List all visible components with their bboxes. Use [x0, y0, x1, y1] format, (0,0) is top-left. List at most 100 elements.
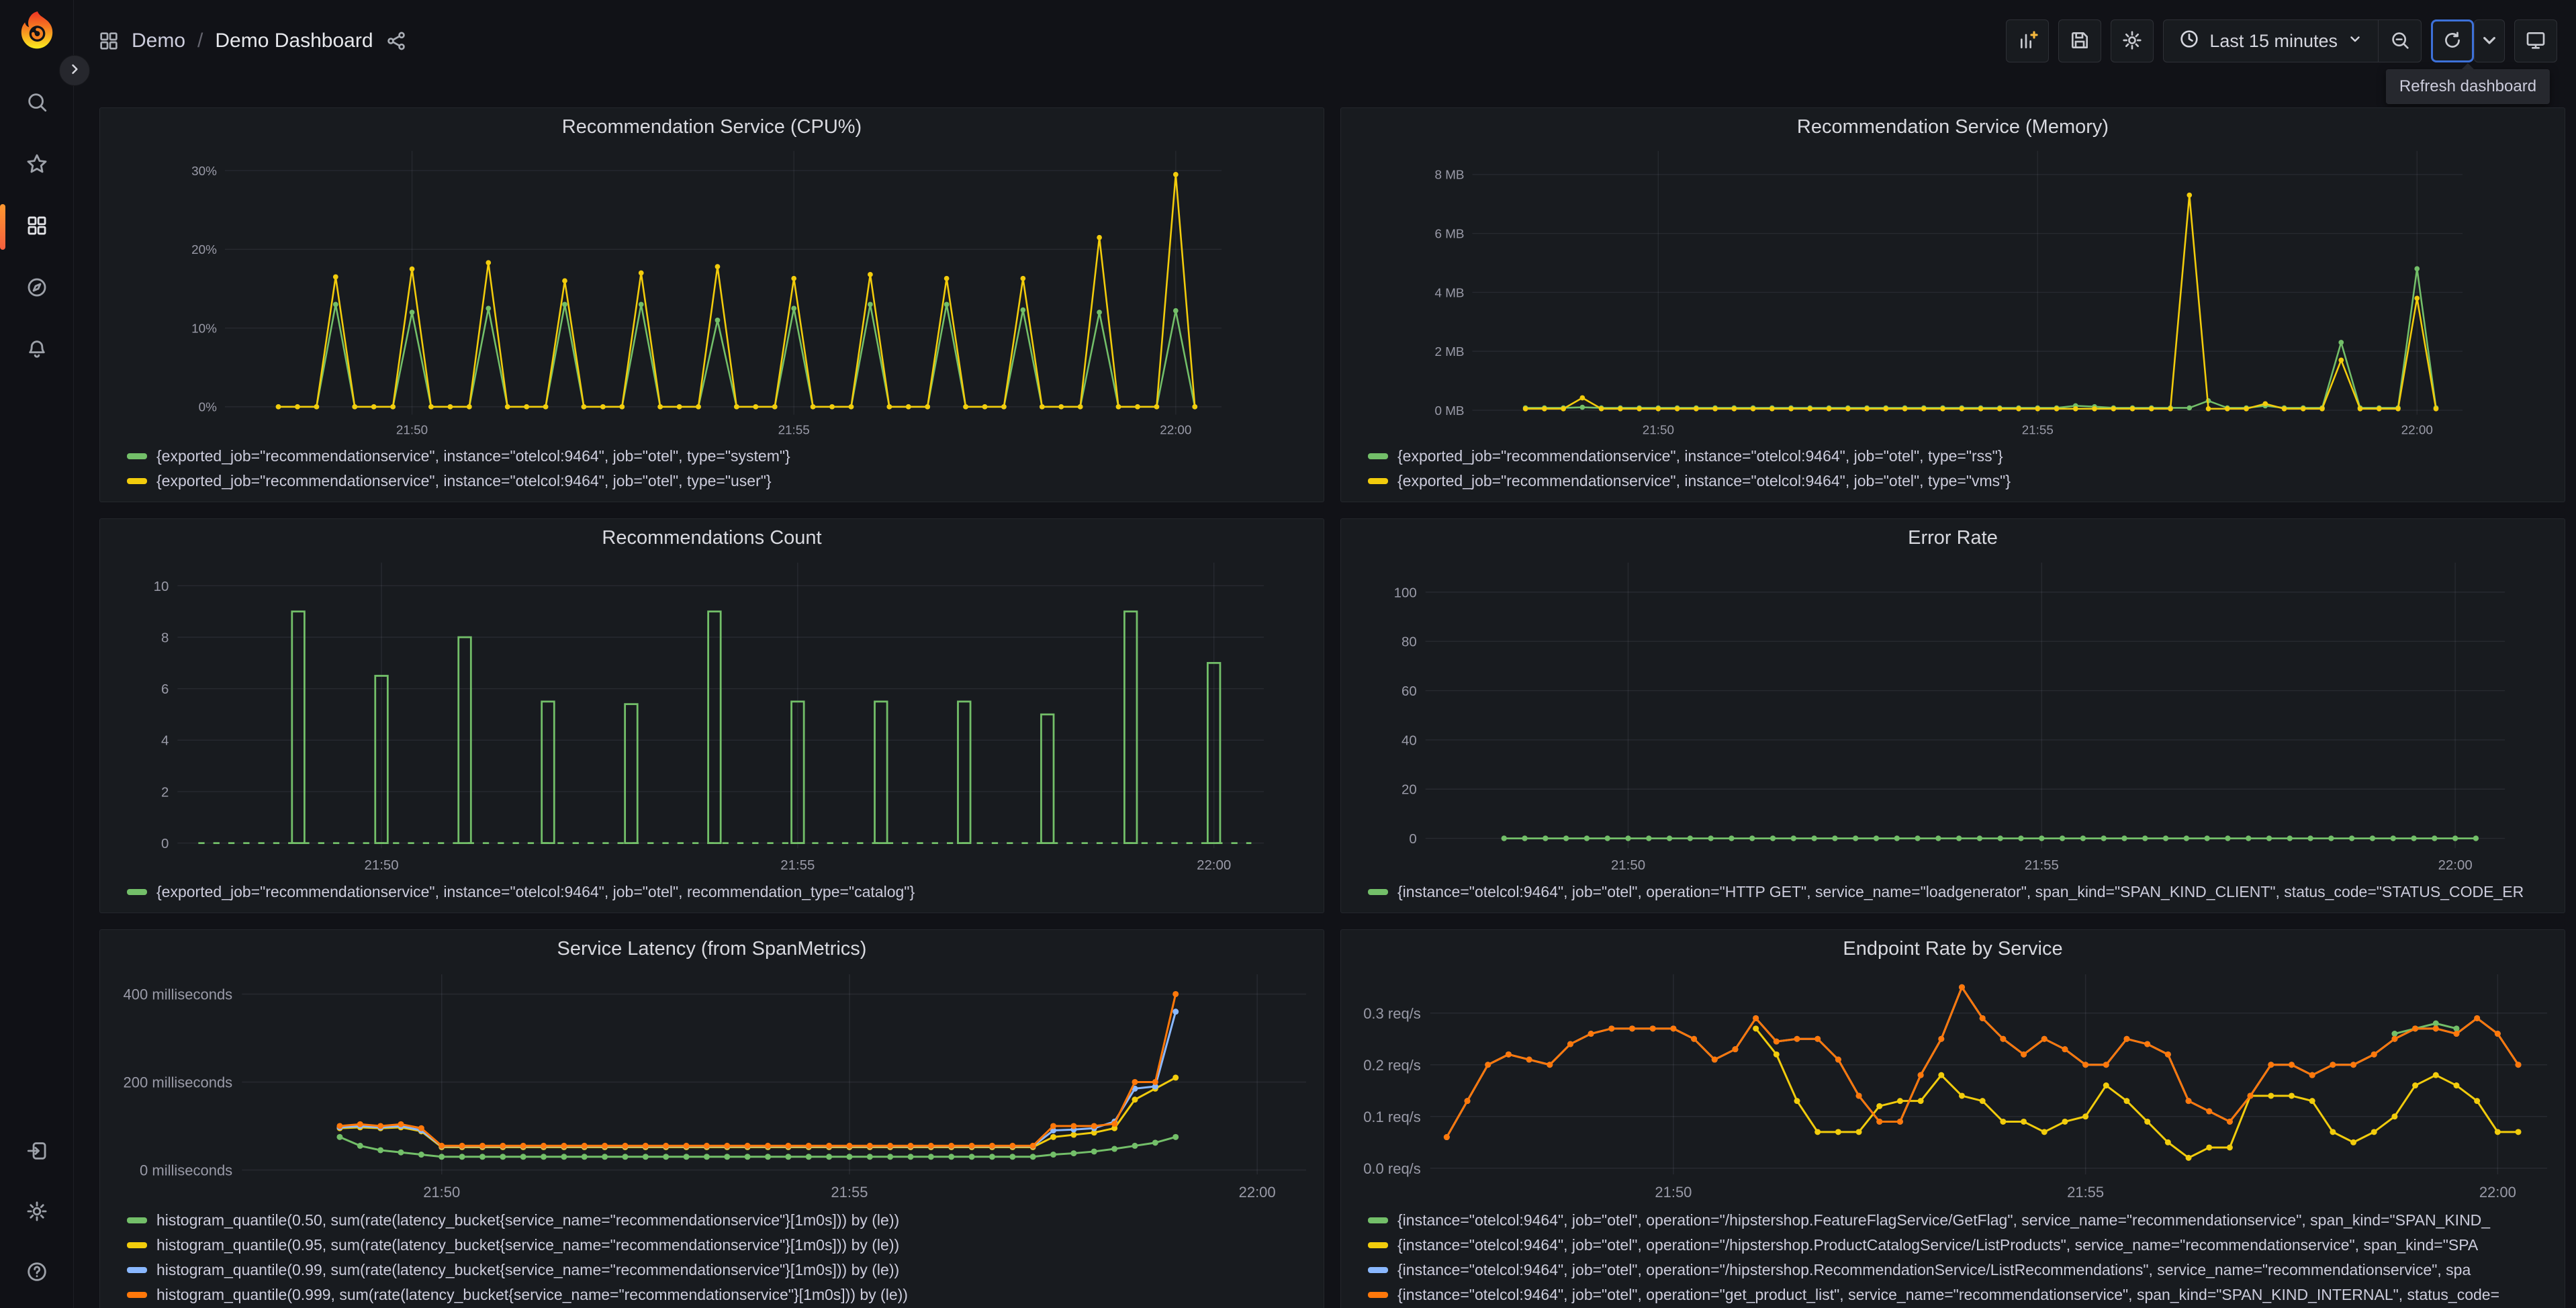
sidebar-item-help[interactable] — [15, 1252, 58, 1295]
svg-text:0.0 req/s: 0.0 req/s — [1363, 1160, 1421, 1177]
sidebar-item-starred[interactable] — [15, 144, 58, 187]
svg-text:10%: 10% — [191, 321, 217, 335]
svg-text:60: 60 — [1401, 684, 1417, 699]
add-panel-button[interactable] — [2006, 19, 2050, 62]
add-panel-icon — [2017, 30, 2038, 53]
svg-text:21:55: 21:55 — [778, 423, 810, 437]
legend-series-label: {instance="otelcol:9464", job="otel", op… — [1397, 1261, 2471, 1278]
panel-title[interactable]: Recommendation Service (Memory) — [1341, 108, 2565, 142]
dashboard-settings-button[interactable] — [2111, 19, 2154, 62]
legend-item[interactable]: histogram_quantile(0.50, sum(rate(latenc… — [127, 1208, 1313, 1233]
legend-series-label: {exported_job="recommendationservice", i… — [1397, 447, 2003, 465]
svg-text:22:00: 22:00 — [2401, 423, 2433, 437]
star-icon — [26, 152, 48, 179]
share-icon[interactable] — [385, 30, 407, 52]
legend-item[interactable]: {instance="otelcol:9464", job="otel", op… — [1368, 1233, 2554, 1258]
apps-grid-icon[interactable] — [98, 30, 120, 52]
clock-icon — [2178, 28, 2200, 54]
svg-text:10: 10 — [154, 579, 169, 594]
legend-series-color-chip — [127, 1217, 147, 1223]
panel-legend: {exported_job="recommendationservice", i… — [1341, 441, 2565, 502]
legend-item[interactable]: {exported_job="recommendationservice", i… — [127, 444, 1313, 469]
svg-text:20: 20 — [1401, 783, 1417, 798]
legend-item[interactable]: {exported_job="recommendationservice", i… — [1368, 469, 2554, 494]
svg-text:0.1 req/s: 0.1 req/s — [1363, 1109, 1421, 1125]
svg-text:2 MB: 2 MB — [1434, 344, 1464, 359]
legend-item[interactable]: histogram_quantile(0.95, sum(rate(latenc… — [127, 1233, 1313, 1258]
panel-recommendation-service-memory: Recommendation Service (Memory) 0 MB 2 MB… — [1340, 107, 2565, 502]
legend-item[interactable]: {exported_job="recommendationservice", i… — [127, 880, 1313, 904]
legend-item[interactable]: {instance="otelcol:9464", job="otel", op… — [1368, 1258, 2554, 1282]
svg-text:8 MB: 8 MB — [1434, 168, 1464, 182]
breadcrumb-dashboard-title[interactable]: Demo Dashboard — [215, 30, 373, 52]
legend-series-label: {exported_job="recommendationservice", i… — [156, 883, 915, 900]
legend-series-color-chip — [127, 889, 147, 895]
legend-series-color-chip — [127, 1267, 147, 1273]
refresh-interval-dropdown[interactable] — [2474, 19, 2505, 62]
sidebar-expand-button[interactable] — [59, 55, 90, 86]
legend-item[interactable]: {instance="otelcol:9464", job="otel", op… — [1368, 1208, 2554, 1233]
legend-series-color-chip — [1368, 1267, 1388, 1273]
svg-text:2: 2 — [161, 785, 169, 800]
panel-title[interactable]: Service Latency (from SpanMetrics) — [100, 930, 1324, 964]
svg-text:100: 100 — [1394, 586, 1417, 600]
panel-title[interactable]: Recommendations Count — [100, 519, 1324, 553]
legend-item[interactable]: histogram_quantile(0.99, sum(rate(latenc… — [127, 1258, 1313, 1282]
save-icon — [2069, 30, 2090, 53]
panel-title[interactable]: Endpoint Rate by Service — [1341, 930, 2565, 964]
tv-mode-button[interactable] — [2514, 19, 2557, 62]
svg-text:21:55: 21:55 — [2067, 1184, 2104, 1201]
sidebar-menu — [0, 82, 58, 372]
sidebar — [0, 0, 74, 1308]
panel-legend: histogram_quantile(0.50, sum(rate(latenc… — [100, 1205, 1324, 1308]
sidebar-item-explore[interactable] — [15, 267, 58, 310]
time-series-chart[interactable]: 0% 10% 20% 30% 21:50 21:55 22:00 — [100, 142, 1324, 441]
legend-item[interactable]: {instance="otelcol:9464", job="otel", op… — [1368, 880, 2554, 904]
svg-text:0 MB: 0 MB — [1434, 404, 1464, 418]
legend-series-color-chip — [1368, 1217, 1388, 1223]
time-series-chart[interactable]: 0.0 req/s 0.1 req/s 0.2 req/s 0.3 req/s 21:5… — [1341, 964, 2565, 1205]
sidebar-item-search[interactable] — [15, 82, 58, 125]
legend-series-label: histogram_quantile(0.99, sum(rate(latenc… — [156, 1261, 900, 1278]
svg-text:40: 40 — [1401, 733, 1417, 748]
legend-series-label: histogram_quantile(0.999, sum(rate(laten… — [156, 1286, 908, 1303]
time-series-chart[interactable]: 0 MB 2 MB 4 MB 6 MB 8 MB 21:50 21:55 22:00 — [1341, 142, 2565, 441]
breadcrumb-folder[interactable]: Demo — [132, 30, 185, 52]
time-series-chart[interactable]: 0 20 40 60 80 100 21:50 21:55 22:00 — [1341, 553, 2565, 877]
sidebar-item-dashboards[interactable] — [0, 204, 58, 250]
zoom-out-time-range-button[interactable] — [2379, 19, 2422, 62]
time-picker-group: Last 15 minutes — [2163, 19, 2422, 62]
panel-title[interactable]: Recommendation Service (CPU%) — [100, 108, 1324, 142]
legend-item[interactable]: {instance="otelcol:9464", job="otel", op… — [1368, 1282, 2554, 1307]
legend-series-label: histogram_quantile(0.95, sum(rate(latenc… — [156, 1236, 900, 1254]
dashboard-canvas[interactable]: Recommendation Service (CPU%) 0% 10% 20% 30… — [74, 82, 2576, 1308]
panel-recommendation-service-cpu: Recommendation Service (CPU%) 0% 10% 20% 30… — [99, 107, 1324, 502]
sidebar-item-alerting[interactable] — [15, 329, 58, 372]
legend-item[interactable]: {exported_job="recommendationservice", i… — [127, 469, 1313, 494]
breadcrumb-separator: / — [197, 30, 203, 52]
panel-legend: {exported_job="recommendationservice", i… — [100, 877, 1324, 913]
legend-series-label: {instance="otelcol:9464", job="otel", op… — [1397, 1236, 2479, 1254]
time-range-picker[interactable]: Last 15 minutes — [2163, 19, 2379, 62]
chevron-down-icon — [2347, 31, 2363, 52]
save-dashboard-button[interactable] — [2058, 19, 2102, 62]
legend-series-label: {exported_job="recommendationservice", i… — [156, 447, 790, 465]
sidebar-item-configuration[interactable] — [15, 1191, 58, 1234]
svg-text:8: 8 — [161, 630, 169, 645]
panel-title[interactable]: Error Rate — [1341, 519, 2565, 553]
grafana-logo[interactable] — [15, 8, 59, 52]
legend-series-color-chip — [127, 453, 147, 459]
bar-chart[interactable]: 0 2 4 6 8 10 21:50 21:55 22:00 — [100, 553, 1324, 877]
sidebar-item-sign-in[interactable] — [15, 1131, 58, 1174]
time-series-chart[interactable]: 0 milliseconds 200 milliseconds 400 millis… — [100, 964, 1324, 1205]
legend-series-color-chip — [127, 1292, 147, 1298]
legend-item[interactable]: histogram_quantile(0.999, sum(rate(laten… — [127, 1282, 1313, 1307]
legend-item[interactable]: {exported_job="recommendationservice", i… — [1368, 444, 2554, 469]
refresh-dashboard-button[interactable] — [2431, 19, 2474, 62]
svg-text:21:50: 21:50 — [364, 858, 398, 873]
svg-text:0 milliseconds: 0 milliseconds — [140, 1162, 232, 1178]
bell-icon — [26, 338, 48, 364]
panel-service-latency: Service Latency (from SpanMetrics) 0 mil… — [99, 929, 1324, 1308]
legend-series-label: {exported_job="recommendationservice", i… — [1397, 472, 2011, 489]
refresh-group: Refresh dashboard — [2385, 19, 2550, 104]
